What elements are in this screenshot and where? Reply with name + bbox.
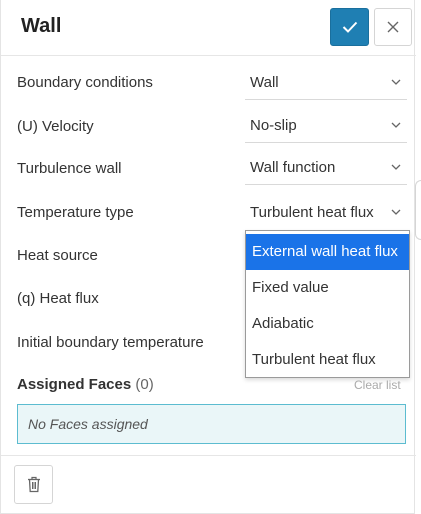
option-external-wall-heat-flux[interactable]: External wall heat flux bbox=[246, 234, 409, 270]
select-value: Wall function bbox=[250, 159, 336, 176]
delete-button[interactable] bbox=[14, 465, 53, 504]
turbulence-wall-label: Turbulence wall bbox=[17, 160, 122, 177]
option-turbulent-heat-flux[interactable]: Turbulent heat flux bbox=[246, 342, 409, 378]
select-value: Wall bbox=[250, 74, 279, 91]
panel-footer bbox=[1, 455, 416, 514]
trash-icon bbox=[27, 476, 40, 493]
assigned-faces-count: (0) bbox=[135, 376, 154, 393]
temperature-type-dropdown: External wall heat flux Fixed value Adia… bbox=[245, 230, 410, 378]
velocity-select[interactable]: No-slip bbox=[245, 109, 407, 143]
check-icon bbox=[342, 21, 357, 33]
side-panel-tab[interactable] bbox=[415, 180, 421, 240]
boundary-conditions-label: Boundary conditions bbox=[17, 74, 153, 91]
clear-list-link[interactable]: Clear list bbox=[354, 378, 401, 392]
temperature-type-label: Temperature type bbox=[17, 204, 134, 221]
select-value: No-slip bbox=[250, 117, 297, 134]
velocity-label: (U) Velocity bbox=[17, 118, 94, 135]
confirm-button[interactable] bbox=[330, 8, 369, 46]
panel-header: Wall bbox=[1, 0, 416, 56]
boundary-conditions-select[interactable]: Wall bbox=[245, 66, 407, 100]
turbulence-wall-select[interactable]: Wall function bbox=[245, 151, 407, 185]
initial-boundary-temperature-label: Initial boundary temperature bbox=[17, 334, 204, 351]
option-fixed-value[interactable]: Fixed value bbox=[246, 270, 409, 306]
wall-settings-panel: Wall Boundary conditions Wall (U) Veloci… bbox=[0, 0, 416, 514]
heat-flux-label: (q) Heat flux bbox=[17, 290, 99, 307]
no-faces-text: No Faces assigned bbox=[28, 416, 148, 432]
temperature-type-select[interactable]: Turbulent heat flux bbox=[245, 196, 407, 230]
heat-source-label: Heat source bbox=[17, 247, 98, 264]
chevron-down-icon bbox=[391, 122, 401, 128]
chevron-down-icon bbox=[391, 79, 401, 85]
assigned-faces-label: Assigned Faces bbox=[17, 376, 132, 393]
close-button[interactable] bbox=[374, 8, 412, 46]
option-adiabatic[interactable]: Adiabatic bbox=[246, 306, 409, 342]
select-value: Turbulent heat flux bbox=[250, 204, 374, 221]
close-icon bbox=[387, 21, 399, 33]
assigned-faces-heading: Assigned Faces (0) bbox=[17, 376, 154, 393]
panel-title: Wall bbox=[21, 15, 62, 37]
chevron-down-icon bbox=[391, 164, 401, 170]
assigned-faces-box[interactable]: No Faces assigned bbox=[17, 404, 406, 444]
chevron-down-icon bbox=[391, 209, 401, 215]
